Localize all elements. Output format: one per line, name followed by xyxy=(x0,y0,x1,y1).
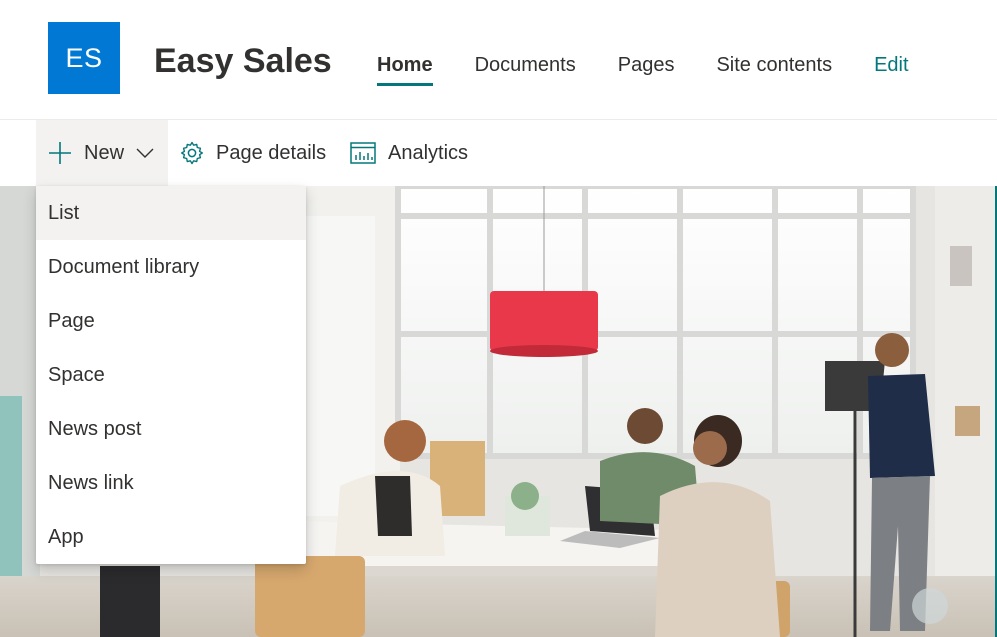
menu-item-news-link[interactable]: News link xyxy=(36,456,306,510)
site-title[interactable]: Easy Sales xyxy=(154,40,332,82)
nav-documents[interactable]: Documents xyxy=(454,50,597,90)
analytics-icon xyxy=(350,142,376,164)
menu-item-page[interactable]: Page xyxy=(36,294,306,348)
top-navigation: Home Documents Pages Site contents Edit xyxy=(356,50,930,90)
site-logo[interactable]: ES xyxy=(48,22,120,94)
menu-item-app[interactable]: App xyxy=(36,510,306,564)
nav-site-contents[interactable]: Site contents xyxy=(695,50,853,90)
site-header: ES Easy Sales Home Documents Pages Site … xyxy=(0,0,997,119)
menu-item-document-library[interactable]: Document library xyxy=(36,240,306,294)
menu-item-list[interactable]: List xyxy=(36,186,306,240)
new-button-label: New xyxy=(84,141,125,164)
command-bar: New Page details Analytics xyxy=(0,120,997,186)
menu-item-news-post[interactable]: News post xyxy=(36,402,306,456)
nav-edit[interactable]: Edit xyxy=(853,50,929,90)
chevron-down-icon xyxy=(136,148,154,158)
menu-item-space[interactable]: Space xyxy=(36,348,306,402)
plus-icon xyxy=(49,142,71,164)
page-details-label: Page details xyxy=(216,141,327,164)
nav-pages[interactable]: Pages xyxy=(597,50,696,90)
analytics-button[interactable]: Analytics xyxy=(350,120,468,186)
page-details-button[interactable]: Page details xyxy=(180,120,326,186)
nav-home[interactable]: Home xyxy=(356,50,454,90)
site-logo-initials: ES xyxy=(65,42,103,73)
gear-icon xyxy=(181,141,203,165)
new-button[interactable]: New xyxy=(36,120,168,186)
analytics-label: Analytics xyxy=(388,141,469,164)
new-dropdown-menu: List Document library Page Space News po… xyxy=(36,186,306,564)
